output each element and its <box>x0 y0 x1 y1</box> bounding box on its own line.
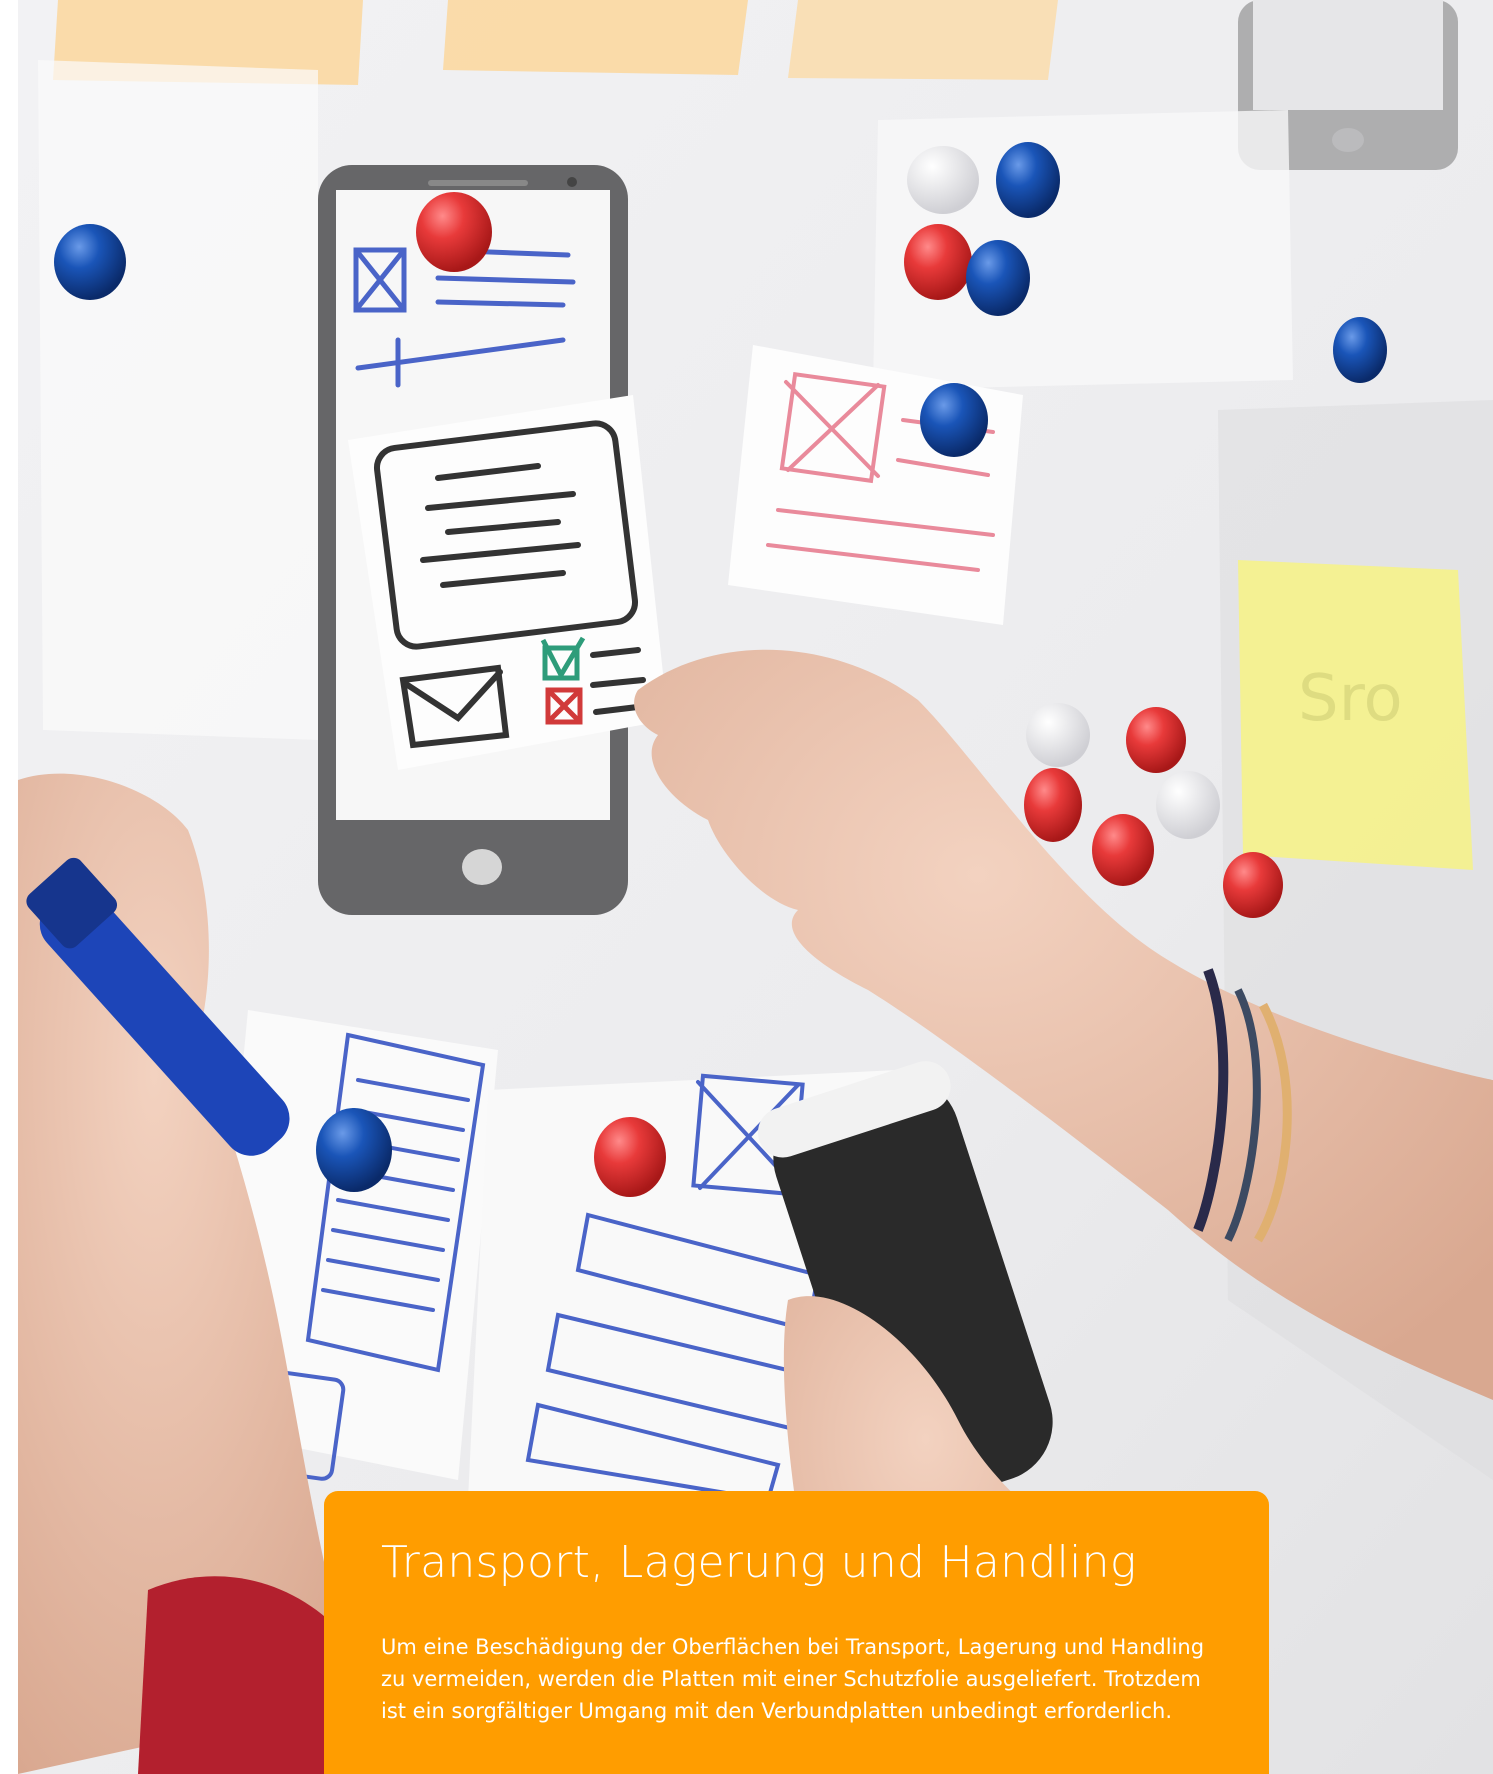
sticky-note-text: Sro <box>1298 662 1403 736</box>
info-card: Transport, Lagerung und Handling Um eine… <box>324 1491 1269 1774</box>
magnet <box>54 224 126 300</box>
card-title: Transport, Lagerung und Handling <box>381 1537 1137 1588</box>
card-body-text: Um eine Beschädigung der Oberflächen bei… <box>381 1635 1205 1724</box>
page: Sro Transport, Lagerung und Handling Um … <box>0 0 1493 1774</box>
